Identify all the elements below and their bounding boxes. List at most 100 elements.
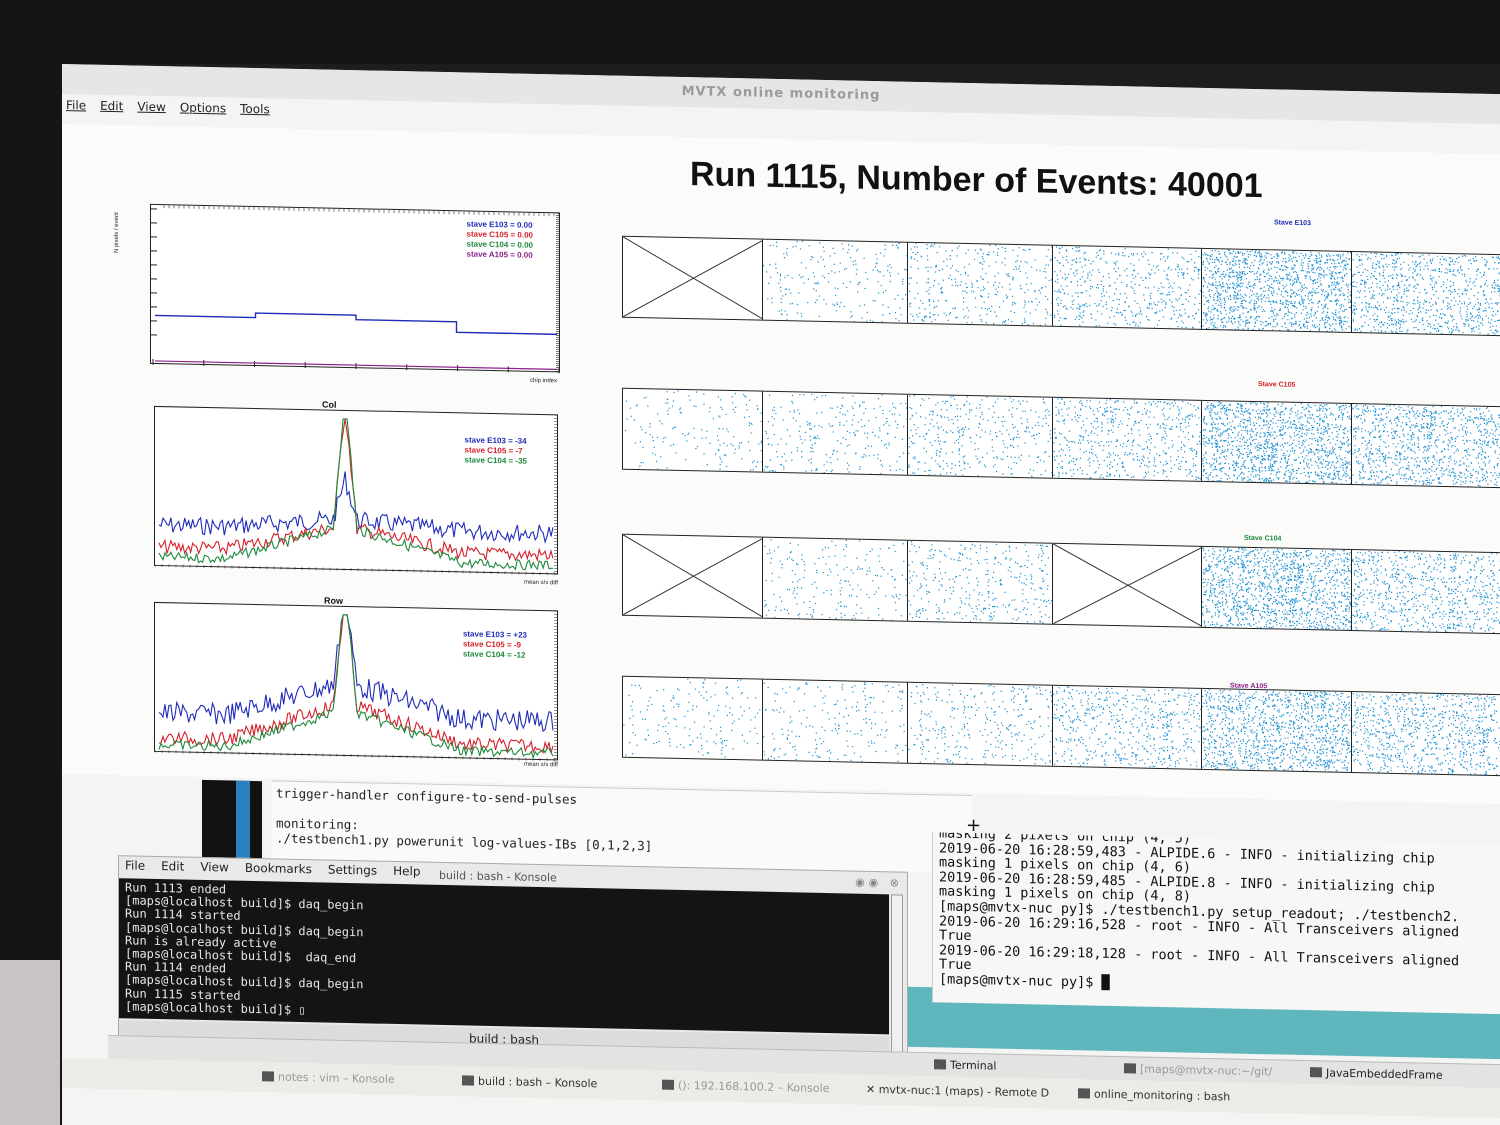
menu-view[interactable]: View	[137, 100, 165, 123]
hit-dot	[936, 452, 938, 454]
hit-dot	[1470, 319, 1473, 322]
hit-dot	[1288, 304, 1290, 306]
hit-dot	[823, 464, 826, 466]
hit-dot	[1136, 313, 1138, 315]
hit-dot	[982, 255, 984, 258]
hit-dot	[1247, 327, 1250, 329]
hit-dot	[866, 320, 868, 322]
hit-dot	[1161, 437, 1163, 439]
hit-dot	[889, 424, 891, 426]
hit-dot	[954, 442, 956, 444]
hit-dot	[1451, 260, 1453, 263]
hit-dot	[1105, 303, 1107, 306]
hit-dot	[1136, 253, 1139, 255]
hit-dot	[1204, 266, 1207, 268]
hit-dot	[1161, 301, 1163, 303]
hit-dot	[1326, 259, 1328, 261]
hit-dot	[1442, 259, 1444, 261]
hit-dot	[775, 470, 777, 472]
hit-dot	[1022, 323, 1024, 325]
hit-dot	[1434, 268, 1436, 270]
hit-dot	[1047, 313, 1049, 315]
hit-dot	[1431, 258, 1434, 260]
hit-dot	[734, 392, 737, 395]
hit-dot	[965, 273, 967, 275]
menu-tools[interactable]: Tools	[240, 102, 270, 125]
hit-dot	[954, 398, 956, 400]
hit-dot	[1096, 286, 1098, 289]
hit-dot	[1168, 327, 1171, 329]
hit-dot	[945, 299, 947, 302]
hit-dot	[1070, 268, 1072, 270]
hit-dot	[964, 468, 966, 470]
hit-dot	[720, 458, 722, 460]
hit-dot	[1153, 302, 1155, 304]
hit-dot	[933, 285, 935, 287]
hit-dot	[705, 437, 707, 439]
hit-dot	[1116, 260, 1118, 263]
hit-dot	[903, 452, 905, 454]
hit-dot	[1110, 454, 1112, 456]
hit-dot	[1102, 288, 1104, 290]
hit-dot	[1122, 252, 1124, 254]
hit-dot	[1026, 426, 1028, 428]
hit-dot	[1335, 314, 1337, 316]
hit-dot	[899, 468, 901, 470]
hit-dot	[1449, 261, 1451, 263]
hit-dot	[1215, 286, 1217, 289]
hit-dot	[1147, 287, 1149, 289]
hit-dot	[931, 418, 933, 421]
hit-dot	[1479, 302, 1481, 305]
hit-dot	[1180, 422, 1183, 424]
hit-dot	[1340, 265, 1342, 267]
hit-dot	[1332, 312, 1334, 314]
hit-dot	[1096, 420, 1099, 423]
hit-dot	[1058, 304, 1060, 306]
hit-dot	[1232, 260, 1234, 262]
hit-dot	[1290, 289, 1292, 291]
hit-dot	[1405, 331, 1408, 333]
hit-dot	[1299, 294, 1301, 296]
hit-dot	[1046, 255, 1048, 257]
menu-options[interactable]: Options	[180, 100, 226, 123]
hit-dot	[732, 408, 735, 411]
hit-dot	[1393, 266, 1396, 268]
hit-dot	[979, 407, 981, 409]
hit-dot	[902, 469, 904, 471]
hit-dot	[1182, 401, 1184, 403]
hit-dot	[679, 411, 681, 413]
hit-dot	[1170, 456, 1172, 458]
hit-dot	[781, 438, 783, 440]
hit-dot	[1174, 400, 1176, 402]
hit-dot	[1264, 294, 1266, 297]
hit-dot	[1014, 426, 1016, 428]
hit-dot	[1470, 331, 1473, 333]
hit-dot	[1002, 473, 1004, 475]
hit-dot	[912, 442, 914, 444]
hit-dot	[767, 298, 769, 300]
hit-dot	[1111, 306, 1113, 309]
hit-dot	[1064, 418, 1066, 421]
hit-dot	[1091, 274, 1093, 276]
hit-dot	[1457, 329, 1459, 331]
hit-dot	[852, 245, 854, 247]
hit-dot	[826, 469, 828, 472]
hit-dot	[932, 411, 934, 413]
menu-file[interactable]: File	[66, 98, 86, 120]
hit-dot	[850, 311, 852, 313]
hit-dot	[1006, 273, 1008, 275]
hit-dot	[1150, 297, 1152, 300]
hit-dot	[657, 468, 659, 470]
hit-dot	[785, 288, 787, 290]
hit-dot	[1430, 278, 1433, 280]
hit-dot	[1347, 263, 1349, 265]
menu-edit[interactable]: Edit	[100, 99, 123, 121]
hit-dot	[1328, 284, 1330, 287]
hit-dot	[1173, 306, 1175, 309]
hit-dot	[1163, 415, 1165, 417]
hit-dot	[1012, 277, 1015, 280]
hit-dot	[1186, 415, 1188, 417]
hit-dot	[998, 416, 1000, 419]
hit-dot	[1160, 282, 1162, 284]
hit-dot	[977, 252, 979, 255]
